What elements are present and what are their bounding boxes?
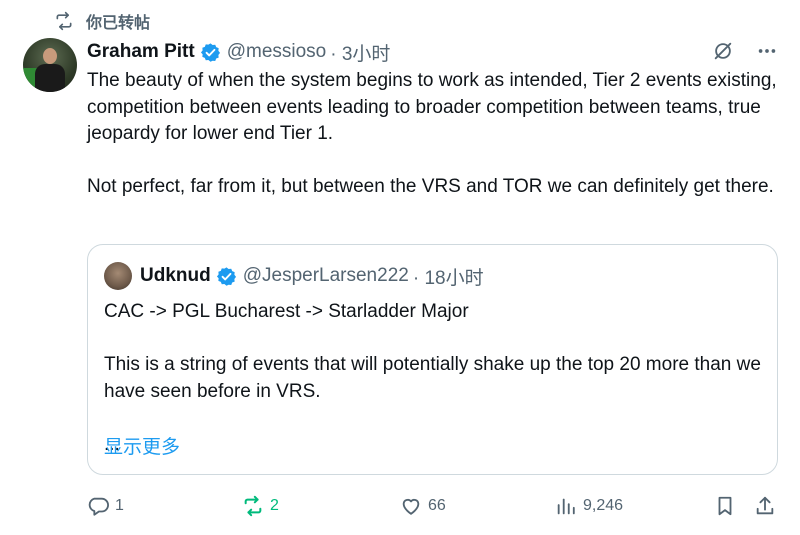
views-count: 9,246: [583, 497, 624, 514]
quoted-tweet-body: CAC -> PGL Bucharest -> Starladder Major…: [104, 299, 764, 458]
tweet-timestamp[interactable]: · 3小时: [330, 39, 390, 66]
verified-badge-icon: [216, 266, 236, 286]
quoted-paragraph: This is a string of events that will pot…: [104, 354, 761, 402]
author-handle[interactable]: @messioso: [227, 41, 327, 63]
reply-count: 1: [115, 497, 124, 514]
like-button[interactable]: 66: [400, 492, 446, 520]
quoted-tweet-header: Udknud @JesperLarsen222 · 18小时: [104, 261, 484, 291]
repost-notice-label: 你已转帖: [86, 15, 151, 32]
tweet-action-bar: 1 2 66 9,246: [87, 492, 780, 520]
views-chart-icon: [557, 498, 575, 515]
repost-icon: [56, 11, 72, 31]
quoted-tweet-timestamp: · 18小时: [412, 267, 484, 289]
quoted-author-handle: @JesperLarsen222: [242, 265, 409, 286]
grok-icon[interactable]: [712, 40, 734, 62]
tweet-paragraph: The beauty of when the system begins to …: [87, 70, 777, 144]
repost-count: 2: [270, 497, 279, 514]
like-count: 66: [428, 497, 446, 514]
repost-notice: 你已转帖: [54, 10, 150, 32]
show-more-link[interactable]: 显示更多: [104, 432, 180, 459]
tweet-paragraph: Not perfect, far from it, but between th…: [87, 176, 774, 197]
verified-badge-icon: [200, 42, 220, 62]
bookmark-button[interactable]: [714, 492, 736, 520]
repost-button[interactable]: 2: [242, 492, 279, 520]
quoted-ellipsis: ...: [104, 433, 120, 455]
heart-icon: [402, 498, 420, 515]
share-button[interactable]: [754, 492, 776, 520]
tweet-header: Graham Pitt @messioso · 3小时: [87, 38, 390, 66]
tweet-top-actions: [712, 40, 778, 62]
views-button[interactable]: 9,246: [555, 492, 623, 520]
quoted-paragraph: CAC -> PGL Bucharest -> Starladder Major: [104, 301, 469, 322]
author-avatar[interactable]: [23, 38, 77, 92]
reply-icon: [88, 497, 109, 516]
more-options-icon[interactable]: [756, 40, 778, 62]
bookmark-icon: [718, 496, 732, 516]
quoted-author-name: Udknud: [140, 265, 211, 286]
quoted-tweet-card[interactable]: Udknud @JesperLarsen222 · 18小时 CAC -> PG…: [87, 244, 778, 475]
repost-icon: [244, 495, 262, 517]
reply-button[interactable]: 1: [87, 492, 124, 520]
author-name[interactable]: Graham Pitt: [87, 41, 195, 63]
tweet-body: The beauty of when the system begins to …: [87, 68, 782, 201]
share-icon: [756, 496, 774, 515]
quoted-author-avatar: [104, 262, 132, 290]
